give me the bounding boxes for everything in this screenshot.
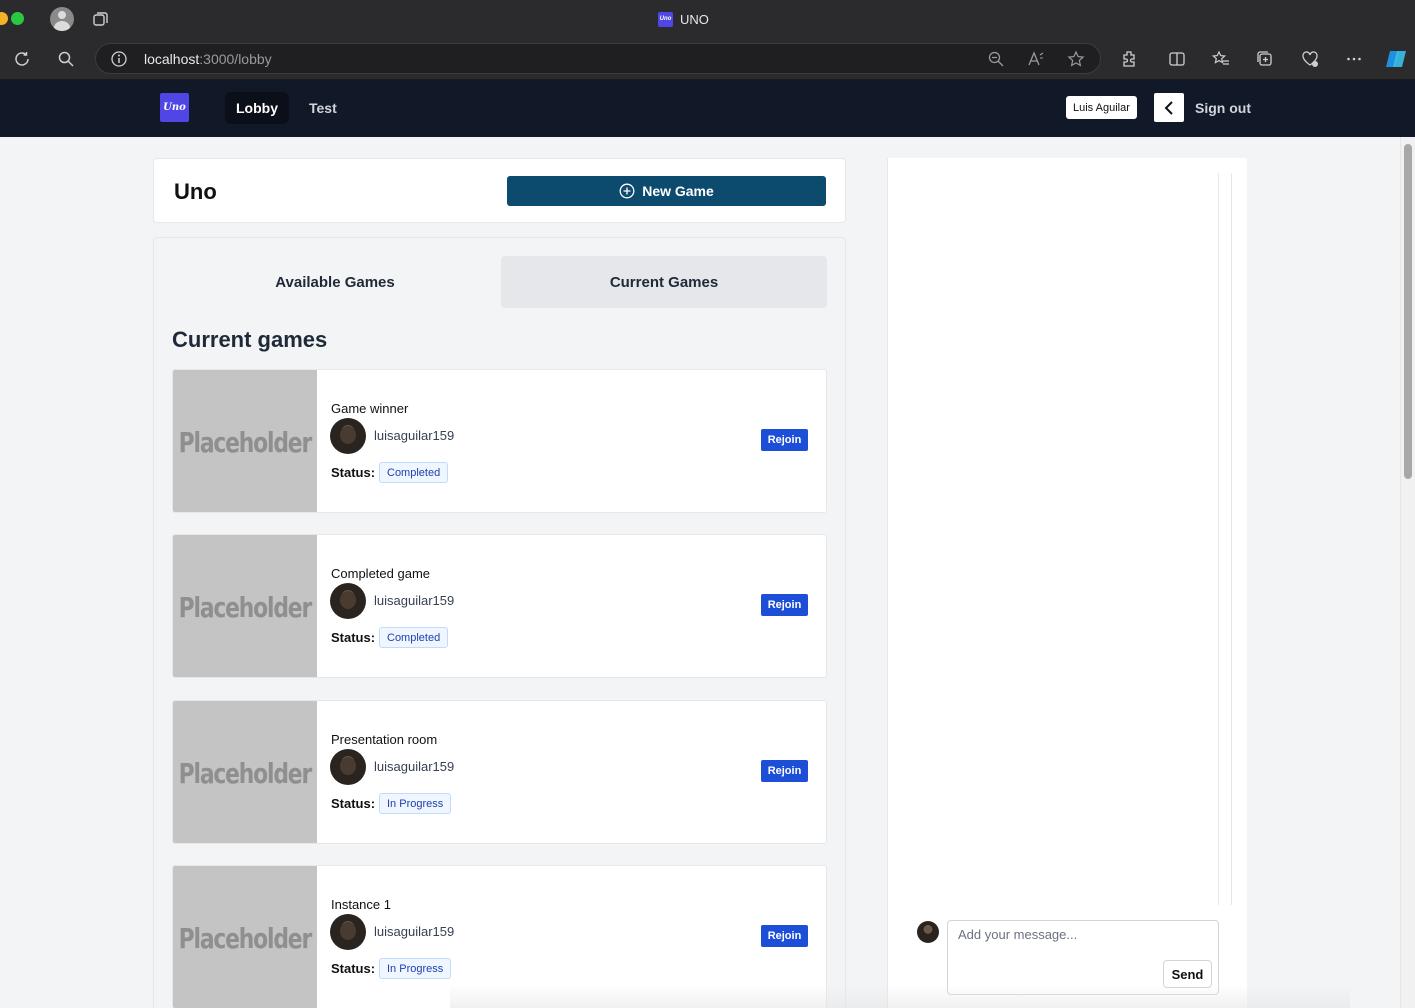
- browser-toolbar: localhost:3000/lobby: [0, 38, 1415, 80]
- chat-scrollbar[interactable]: [1218, 173, 1232, 905]
- split-screen-icon[interactable]: [1166, 48, 1188, 70]
- status-badge: Completed: [379, 462, 449, 483]
- zoom-out-icon[interactable]: [987, 50, 1005, 68]
- page-title: Uno: [174, 179, 217, 204]
- favorites-icon[interactable]: [1210, 48, 1232, 70]
- avatar: [917, 921, 939, 943]
- maximize-window-button[interactable]: [11, 12, 24, 25]
- more-menu-icon[interactable]: [1343, 48, 1365, 70]
- extensions-icon[interactable]: [1118, 48, 1140, 70]
- tab-available-games[interactable]: Available Games: [172, 256, 498, 308]
- reload-icon[interactable]: [11, 48, 33, 70]
- favorite-star-icon[interactable]: [1067, 50, 1085, 68]
- search-icon[interactable]: [55, 48, 77, 70]
- status-label: Status:: [331, 796, 376, 811]
- rejoin-button[interactable]: Rejoin: [761, 594, 808, 616]
- chevron-left-icon: [1164, 100, 1173, 115]
- rejoin-button[interactable]: Rejoin: [761, 760, 808, 782]
- url-path: :3000/lobby: [199, 51, 272, 67]
- game-thumbnail: Placeholder: [173, 866, 317, 1008]
- back-button[interactable]: [1154, 93, 1184, 122]
- status-badge: In Progress: [379, 958, 452, 979]
- url-host: localhost: [144, 51, 200, 67]
- game-thumbnail: Placeholder: [173, 701, 317, 843]
- status-label: Status:: [331, 465, 376, 480]
- tab-current-games[interactable]: Current Games: [501, 256, 827, 308]
- avatar: [330, 583, 366, 619]
- avatar: [330, 749, 366, 785]
- window-title-text: UNO: [680, 11, 709, 27]
- owner-username: luisaguilar159: [374, 759, 455, 774]
- read-aloud-icon[interactable]: [1027, 50, 1045, 68]
- game-card: Placeholder Game winner luisaguilar159 S…: [172, 369, 827, 513]
- section-title: Current games: [172, 327, 328, 352]
- new-game-label: New Game: [642, 183, 714, 199]
- status-label: Status:: [331, 961, 376, 976]
- chat-compose-box: Send: [947, 920, 1219, 995]
- user-name-badge: Luis Aguilar: [1066, 96, 1137, 119]
- lobby-header-card: Uno New Game: [153, 158, 846, 223]
- game-name: Game winner: [331, 401, 409, 416]
- url-text[interactable]: localhost:3000/lobby: [144, 51, 272, 67]
- owner-username: luisaguilar159: [374, 428, 455, 443]
- thumbnail-text: Placeholder: [178, 590, 313, 624]
- browser-titlebar: Uno UNO: [0, 0, 1415, 38]
- thumbnail-text: Placeholder: [178, 921, 313, 955]
- nav-link-test[interactable]: Test: [298, 92, 348, 124]
- window-title: Uno UNO: [658, 10, 709, 28]
- tab-actions-icon[interactable]: [92, 10, 110, 28]
- game-name: Presentation room: [331, 732, 438, 747]
- uno-logo[interactable]: Uno: [160, 93, 189, 122]
- page-scrollbar[interactable]: [1400, 137, 1415, 1008]
- thumbnail-text: Placeholder: [178, 756, 313, 790]
- plus-circle-icon: [619, 183, 635, 199]
- status-label: Status:: [331, 630, 376, 645]
- avatar: [330, 914, 366, 950]
- status-badge: Completed: [379, 627, 449, 648]
- browser-essentials-icon[interactable]: [1299, 48, 1321, 70]
- avatar: [330, 418, 366, 454]
- nav-link-lobby[interactable]: Lobby: [225, 92, 289, 124]
- favicon: Uno: [658, 11, 673, 27]
- game-name: Instance 1: [331, 897, 391, 912]
- game-card: Placeholder Completed game luisaguilar15…: [172, 534, 827, 678]
- rejoin-button[interactable]: Rejoin: [761, 925, 808, 947]
- collections-icon[interactable]: [1254, 48, 1276, 70]
- owner-username: luisaguilar159: [374, 593, 455, 608]
- game-thumbnail: Placeholder: [173, 535, 317, 677]
- games-panel: Available Games Current Games Current ga…: [153, 237, 846, 1008]
- sign-out-link[interactable]: Sign out: [1195, 100, 1251, 116]
- rejoin-button[interactable]: Rejoin: [761, 429, 808, 451]
- owner-username: luisaguilar159: [374, 924, 455, 939]
- game-name: Completed game: [331, 566, 430, 581]
- send-button[interactable]: Send: [1163, 960, 1212, 988]
- game-thumbnail: Placeholder: [173, 370, 317, 512]
- address-bar[interactable]: localhost:3000/lobby: [95, 43, 1101, 74]
- new-game-button[interactable]: New Game: [507, 176, 826, 206]
- game-card: Placeholder Presentation room luisaguila…: [172, 700, 827, 844]
- copilot-icon[interactable]: [1383, 48, 1409, 70]
- page-scrollbar-thumb[interactable]: [1404, 144, 1412, 479]
- profile-icon[interactable]: [50, 7, 74, 31]
- bottom-fade: [450, 985, 1350, 1008]
- thumbnail-text: Placeholder: [178, 425, 313, 459]
- minimize-window-button[interactable]: [0, 12, 8, 25]
- chat-panel: Send: [887, 158, 1247, 1008]
- chat-message-input[interactable]: [958, 927, 1208, 942]
- status-badge: In Progress: [379, 793, 452, 814]
- site-info-icon[interactable]: [110, 50, 128, 68]
